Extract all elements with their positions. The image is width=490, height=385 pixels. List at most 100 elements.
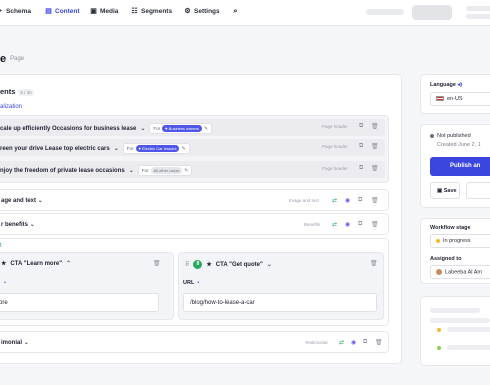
trash-icon[interactable]: 🗑 <box>371 165 379 172</box>
audience-name: Electric Car lessors <box>142 146 177 151</box>
trash-icon[interactable]: 🗑 <box>375 339 383 346</box>
chevron-down-icon[interactable]: ⌄ <box>267 261 272 268</box>
component-row-testimonial[interactable]: imonial ⌄ Testimonial ⇄ ◉ ⧉ 🗑 <box>0 331 389 353</box>
nav-item-label: Content <box>55 8 80 15</box>
copy-icon[interactable]: ⧉ <box>359 165 363 172</box>
workflow-value: In progress <box>436 238 471 244</box>
language-label: Language ◂) <box>430 82 463 88</box>
more-button[interactable] <box>466 182 490 199</box>
pencil-icon[interactable]: ✎ <box>181 146 185 152</box>
variant-title: njoy the freedom of private lease occasi… <box>0 167 125 174</box>
assignee-value: Labeeba Al Am <box>436 269 482 275</box>
page-type-tag: Page <box>10 56 25 63</box>
globe-icon[interactable]: ◉ <box>345 221 350 228</box>
component-title: imonial <box>1 340 23 346</box>
status-dot <box>436 238 440 243</box>
cta-text-input[interactable]: more <box>0 293 159 312</box>
chevron-down-icon[interactable]: ⌄ <box>30 221 35 228</box>
chevron-down-icon[interactable]: ⌄ <box>24 339 29 346</box>
personalized-variant-row[interactable]: reen your drive Lease top electric cars … <box>0 139 385 156</box>
publish-button[interactable]: Publish an <box>430 157 490 176</box>
nav-item-segments[interactable]: ☷ Segments <box>131 8 172 15</box>
content-icon: ▤ <box>45 8 52 15</box>
save-button[interactable]: ▣ Save <box>430 182 460 199</box>
trash-icon[interactable]: 🗑 <box>371 221 379 228</box>
chevron-down-icon[interactable]: ⌄ <box>140 125 145 132</box>
chevron-down-icon[interactable]: ⌄ <box>129 167 134 174</box>
trash-icon[interactable]: 🗑 <box>153 260 161 267</box>
for-label: For <box>153 126 161 131</box>
component-title: age and text <box>1 198 37 204</box>
nav-item-settings[interactable]: ⚙ Settings <box>184 8 220 15</box>
block-type-label: Page header <box>322 144 348 149</box>
search-button[interactable]: ⌕ <box>232 8 239 15</box>
required-indicator: • <box>197 280 200 286</box>
personalized-variant-row[interactable]: cale up efficiently Occasions for busine… <box>0 119 385 136</box>
nav-item-label: Media <box>100 8 119 15</box>
assigned-label: Assigned to <box>430 256 462 262</box>
nav-item-content[interactable]: ▤ Content <box>45 8 80 15</box>
activity-item <box>437 327 444 333</box>
block-type-label: Page header <box>322 166 348 171</box>
save-icon: ▣ <box>437 188 443 194</box>
component-row-benefits[interactable]: r benefits ⌄ Benefits ⇄ ◉ ⧉ 🗑 <box>0 213 389 235</box>
required-indicator: • <box>4 280 6 286</box>
block-type-label: Testimonial <box>305 340 328 345</box>
drag-handle-icon[interactable]: ⠿ <box>185 261 189 268</box>
chevron-up-icon[interactable]: ⌃ <box>66 260 71 267</box>
skeleton-line <box>447 327 490 332</box>
copy-icon[interactable]: ⧉ <box>359 123 363 130</box>
audience-selector[interactable]: For All other users ✎ <box>137 165 193 176</box>
globe-icon[interactable]: ◉ <box>351 339 356 346</box>
toolbar-button[interactable] <box>412 5 452 20</box>
publish-status: Not published <box>430 133 471 139</box>
settings-icon: ⚙ <box>184 8 191 15</box>
page-title-text: e <box>0 53 7 65</box>
trash-icon[interactable]: 🗑 <box>371 123 379 130</box>
skeleton-line <box>430 308 480 313</box>
skeleton-line <box>447 345 490 350</box>
avatar <box>436 269 442 275</box>
personalized-variant-row[interactable]: njoy the freedom of private lease occasi… <box>0 161 385 178</box>
copy-icon[interactable]: ⧉ <box>363 339 367 346</box>
audience-selector[interactable]: For ♥ Business owners ✎ <box>149 123 213 134</box>
nav-item-schema[interactable]: ✦ Schema <box>0 8 31 15</box>
chevron-down-icon[interactable]: ⌄ <box>114 145 119 152</box>
nav-item-media[interactable]: ▣ Media <box>90 8 118 15</box>
toolbar-placeholder <box>466 6 490 11</box>
block-type-label: Benefits <box>304 222 321 227</box>
pencil-icon[interactable]: ✎ <box>184 168 188 174</box>
variant-title: cale up efficiently Occasions for busine… <box>0 125 137 132</box>
segments-icon: ☷ <box>131 8 138 15</box>
trash-icon[interactable]: 🗑 <box>371 143 379 150</box>
language-value: en-US <box>436 96 463 102</box>
trash-icon[interactable]: 🗑 <box>370 260 378 267</box>
copy-icon[interactable]: ⧉ <box>359 143 363 150</box>
globe-icon[interactable]: ◉ <box>345 197 350 204</box>
variant-title: reen your drive Lease top electric cars <box>0 145 110 152</box>
components-count: 5 / 30 <box>18 88 34 96</box>
for-label: For <box>126 146 134 151</box>
audience-pill: All other users <box>150 167 183 174</box>
audience-selector[interactable]: For ♥ Electric Car lessors ✎ <box>122 143 190 154</box>
block-type-label: Image and text <box>289 198 319 203</box>
component-row-image-and-text[interactable]: age and text ⌄ Image and text ⇄ ◉ ⧉ 🗑 <box>0 189 389 211</box>
url-input[interactable]: /blog/how-to-lease-a-car <box>183 293 377 312</box>
translate-icon[interactable]: ⇄ <box>332 197 337 204</box>
pencil-icon[interactable]: ✎ <box>204 126 208 132</box>
copy-icon[interactable]: ⧉ <box>358 221 362 228</box>
copy-icon[interactable]: ⧉ <box>358 197 362 204</box>
chevron-down-icon[interactable]: ⌄ <box>38 197 43 204</box>
nav-item-label: Settings <box>194 8 220 15</box>
translate-icon[interactable]: ⇄ <box>332 221 337 228</box>
created-date: Created June 2, 1 <box>437 142 481 148</box>
translate-icon[interactable]: ⇄ <box>339 339 344 346</box>
components-heading: ents 5 / 30 <box>0 87 34 96</box>
personalization-label: alization <box>0 104 23 110</box>
search-icon: ⌕ <box>233 8 238 15</box>
for-label: For <box>141 168 149 173</box>
cta-panel-get-quote: ⠿ 8 ★ CTA "Get quote" ⌄ 🗑 URL • /blog/how… <box>178 252 384 320</box>
trash-icon[interactable]: 🗑 <box>371 197 379 204</box>
cta-group-label: t <box>0 243 2 249</box>
toolbar-placeholder <box>466 14 490 19</box>
